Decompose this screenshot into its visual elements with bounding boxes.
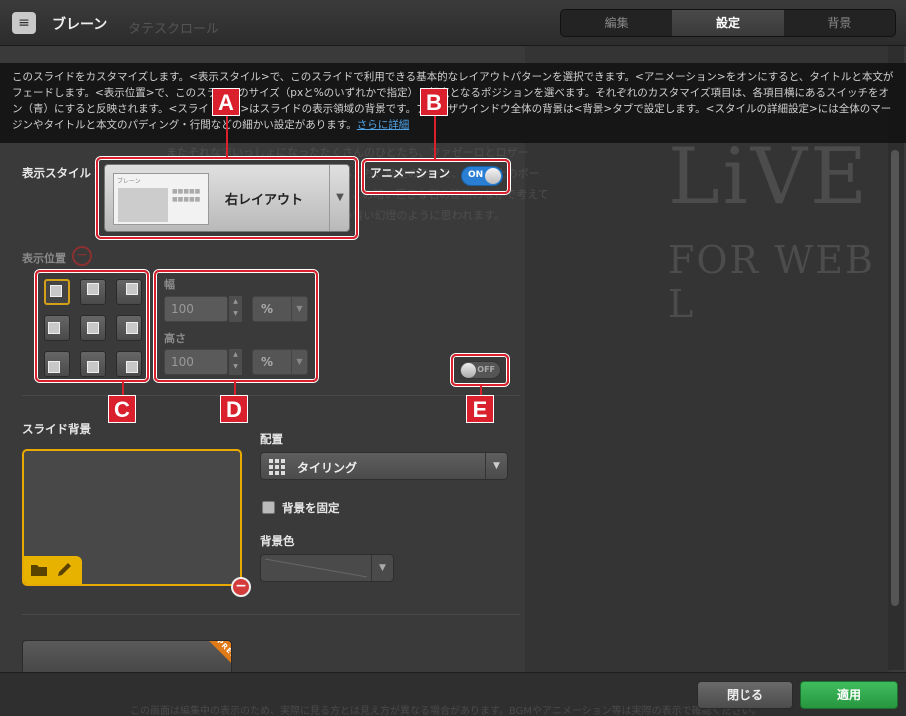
callout-c: C — [108, 395, 136, 423]
highlight-a — [96, 157, 358, 239]
tiling-grid-icon — [269, 459, 285, 475]
tab-settings[interactable]: 設定 — [672, 10, 784, 36]
highlight-d — [154, 270, 318, 382]
folder-icon[interactable] — [30, 563, 48, 577]
preview-headline: LiVE — [668, 132, 871, 222]
slide-settings-panel: LiVE FOR WEB L またそれなでいっしょになったたくさんのひとたち、フ… — [0, 0, 906, 716]
tab-edit[interactable]: 編集 — [561, 10, 672, 36]
title-bar: ≡ ブレーン タテスクロール 編集 設定 背景 — [0, 0, 906, 46]
apply-button[interactable]: 適用 — [800, 681, 898, 709]
slide-background-label: スライド背景 — [22, 422, 91, 436]
chevron-down-icon: ▼ — [371, 555, 393, 581]
preview-title-label: タテスクロール — [128, 22, 220, 37]
menu-icon[interactable]: ≡ — [12, 12, 36, 34]
callout-line-d — [234, 382, 236, 396]
section-divider — [22, 395, 520, 396]
footer-note: この画面は編集中の表示のため、実際に見る方とは見え方が異なる場合があります。BG… — [130, 706, 762, 716]
highlight-b — [362, 159, 510, 194]
callout-d: D — [220, 395, 248, 423]
description-banner: このスライドをカスタマイズします。<表示スタイル>で、このスライドで利用できる基… — [0, 63, 906, 143]
no-color-swatch — [264, 558, 368, 578]
callout-a: A — [212, 88, 240, 116]
tab-background[interactable]: 背景 — [784, 10, 895, 36]
background-color-label: 背景色 — [260, 534, 295, 548]
preview-subheadline: FOR WEB L — [668, 238, 875, 326]
fix-background-label: 背景を固定 — [282, 501, 340, 515]
remove-background-button[interactable]: − — [231, 577, 251, 597]
highlight-c — [35, 270, 149, 382]
style-details-button[interactable]: PREMIUM — [22, 640, 232, 676]
callout-e: E — [466, 395, 494, 423]
pencil-icon[interactable] — [55, 561, 73, 579]
description-text: このスライドをカスタマイズします。<表示スタイル>で、このスライドで利用できる基… — [12, 71, 894, 131]
highlight-e — [451, 354, 509, 386]
scrollbar-thumb[interactable] — [891, 150, 899, 606]
fix-background-checkbox[interactable] — [262, 501, 275, 514]
premium-badge: PREMIUM — [197, 641, 231, 675]
placement-label: 配置 — [260, 432, 283, 446]
placement-value: タイリング — [297, 461, 358, 475]
tab-bar: 編集 設定 背景 — [560, 9, 896, 37]
remove-position-icon[interactable]: − — [72, 246, 92, 266]
panel-title: ブレーン — [52, 17, 108, 33]
chevron-down-icon: ▼ — [485, 453, 507, 479]
display-style-label: 表示スタイル — [22, 166, 91, 180]
more-details-link[interactable]: さらに詳細 — [357, 119, 410, 131]
background-color-select[interactable]: ▼ — [260, 554, 394, 582]
section-divider — [22, 614, 520, 615]
display-position-label: 表示位置 — [22, 252, 66, 265]
callout-line-c — [122, 382, 124, 396]
callout-b: B — [420, 88, 448, 116]
close-button[interactable]: 閉じる — [697, 681, 793, 709]
placement-select[interactable]: タイリング ▼ — [260, 452, 508, 480]
